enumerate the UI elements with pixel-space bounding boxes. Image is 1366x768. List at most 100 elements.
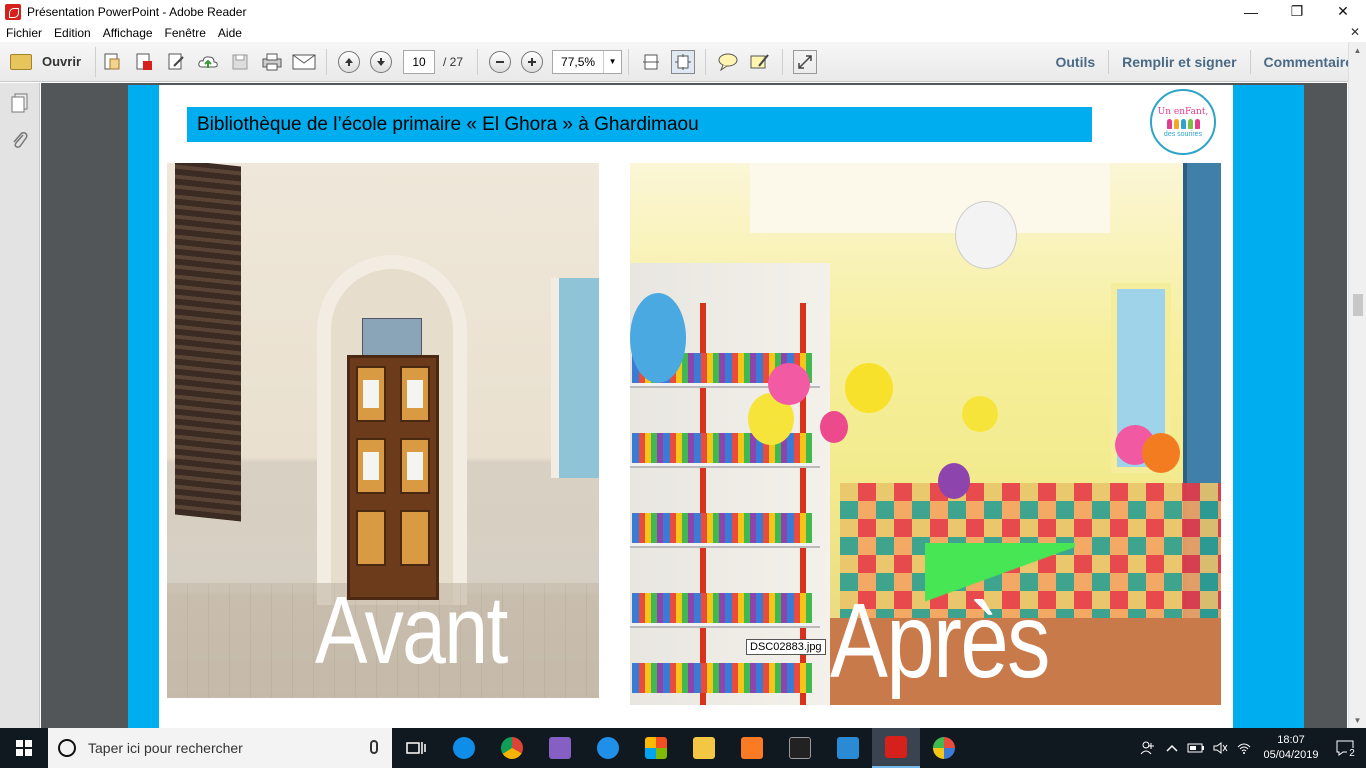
ceiling [750, 163, 1110, 233]
scroll-thumb[interactable] [1353, 294, 1363, 316]
label-after: Après [830, 582, 1051, 700]
fill-sign-tab[interactable]: Remplir et signer [1108, 50, 1249, 74]
attachment-icon[interactable] [8, 129, 32, 153]
next-page-button[interactable] [370, 50, 393, 73]
scroll-up-icon[interactable]: ▲ [1349, 42, 1366, 58]
scroll-down-icon[interactable]: ▼ [1349, 712, 1366, 728]
visual-studio-icon [549, 737, 571, 759]
file-explorer-app[interactable] [680, 728, 728, 768]
pages-icon[interactable] [8, 91, 32, 115]
minus-icon [496, 60, 505, 63]
tools-tab[interactable]: Outils [1042, 50, 1108, 74]
navigation-pane [0, 83, 40, 728]
full-screen-icon[interactable] [793, 49, 818, 74]
start-button[interactable] [0, 728, 48, 768]
create-pdf-icon[interactable] [100, 50, 124, 74]
xampp-app[interactable] [728, 728, 776, 768]
logo-text-top: Un enFant, [1157, 106, 1209, 117]
photo-after: Après DSC02883.jpg [630, 163, 1221, 705]
balloon [962, 396, 998, 432]
menu-edition[interactable]: Edition [54, 26, 91, 40]
highlight-icon[interactable] [748, 50, 772, 74]
chevron-down-icon[interactable]: ▼ [603, 50, 621, 73]
action-center-button[interactable]: 2 [1326, 728, 1366, 768]
title-bar: Présentation PowerPoint - Adobe Reader —… [0, 0, 1366, 23]
system-tray: 18:07 05/04/2019 2 [1136, 728, 1366, 768]
terminal-app[interactable] [776, 728, 824, 768]
open-button[interactable]: Ouvrir [10, 46, 97, 77]
balloon [1142, 433, 1180, 473]
adobe-reader-icon [885, 736, 907, 758]
window-title: Présentation PowerPoint - Adobe Reader [27, 4, 247, 19]
volume-icon[interactable] [1208, 728, 1232, 768]
menu-bar: Fichier Edition Affichage Fenêtre Aide ✕ [0, 23, 1366, 42]
print-icon[interactable] [260, 50, 284, 74]
menu-fenetre[interactable]: Fenêtre [165, 26, 206, 40]
vertical-scrollbar[interactable]: ▲ ▼ [1348, 42, 1366, 728]
close-button[interactable]: ✕ [1320, 0, 1366, 23]
task-view-button[interactable] [392, 728, 440, 768]
adobe-reader-app[interactable] [872, 728, 920, 768]
convert-pdf-icon[interactable] [132, 50, 156, 74]
balloon [845, 363, 893, 413]
cloud-upload-icon[interactable] [196, 50, 220, 74]
battery-icon[interactable] [1184, 728, 1208, 768]
open-label: Ouvrir [42, 54, 82, 69]
plus-icon [528, 57, 537, 66]
fit-page-icon[interactable] [671, 49, 696, 74]
clock-date: 05/04/2019 [1263, 749, 1319, 761]
task-view-icon [406, 742, 426, 754]
search-placeholder: Taper ici pour rechercher [88, 740, 243, 756]
fit-width-icon[interactable] [639, 50, 663, 74]
logo-text-bottom: des sourires [1163, 130, 1203, 138]
side-window [551, 278, 599, 478]
close-document-button[interactable]: ✕ [1350, 25, 1360, 39]
zoom-select[interactable]: ▼ [552, 49, 623, 74]
edge-app[interactable] [584, 728, 632, 768]
minimize-button[interactable]: — [1228, 0, 1274, 23]
zoom-in-button[interactable] [521, 50, 544, 73]
notification-count: 2 [1347, 747, 1357, 759]
microphone-icon[interactable] [370, 740, 378, 754]
toolbar: Ouvrir / 27 ▼ [0, 42, 1366, 82]
email-icon[interactable] [292, 50, 316, 74]
vscode-app[interactable] [824, 728, 872, 768]
save-icon[interactable] [228, 50, 252, 74]
logo-figures [1166, 118, 1200, 129]
clock-time: 18:07 [1277, 734, 1305, 746]
arrow-down-icon [377, 57, 386, 66]
edge-icon [597, 737, 619, 759]
zoom-input[interactable] [553, 54, 604, 69]
page-number-input[interactable] [403, 49, 436, 74]
balloon [820, 411, 848, 443]
paint-icon [933, 737, 955, 759]
clock[interactable]: 18:07 05/04/2019 [1256, 733, 1326, 763]
xampp-icon [741, 737, 763, 759]
menu-aide[interactable]: Aide [218, 26, 242, 40]
wifi-icon[interactable] [1232, 728, 1256, 768]
comment-icon[interactable] [716, 50, 740, 74]
document-area[interactable]: Bibliothèque de l’école primaire « El Gh… [41, 83, 1347, 728]
chevron-up-icon[interactable] [1160, 728, 1184, 768]
wooden-wardrobe [347, 355, 439, 600]
previous-page-button[interactable] [338, 50, 361, 73]
restore-button[interactable]: ❐ [1274, 0, 1320, 23]
people-icon[interactable] [1136, 728, 1160, 768]
menu-affichage[interactable]: Affichage [103, 26, 153, 40]
folder-icon [693, 737, 715, 759]
shuttered-window [175, 163, 241, 522]
teamviewer-icon [453, 737, 475, 759]
store-app[interactable] [632, 728, 680, 768]
logo: Un enFant, des sourires [1150, 89, 1216, 155]
teamviewer-app[interactable] [440, 728, 488, 768]
balloon [938, 463, 970, 499]
taskbar-search[interactable]: Taper ici pour rechercher [48, 728, 392, 768]
image-tooltip: DSC02883.jpg [746, 639, 826, 655]
zoom-out-button[interactable] [489, 50, 512, 73]
chrome-app[interactable] [488, 728, 536, 768]
edit-pdf-icon[interactable] [164, 50, 188, 74]
visual-studio-app[interactable] [536, 728, 584, 768]
menu-fichier[interactable]: Fichier [6, 26, 42, 40]
paint-app[interactable] [920, 728, 968, 768]
window-controls: — ❐ ✕ [1228, 0, 1366, 23]
